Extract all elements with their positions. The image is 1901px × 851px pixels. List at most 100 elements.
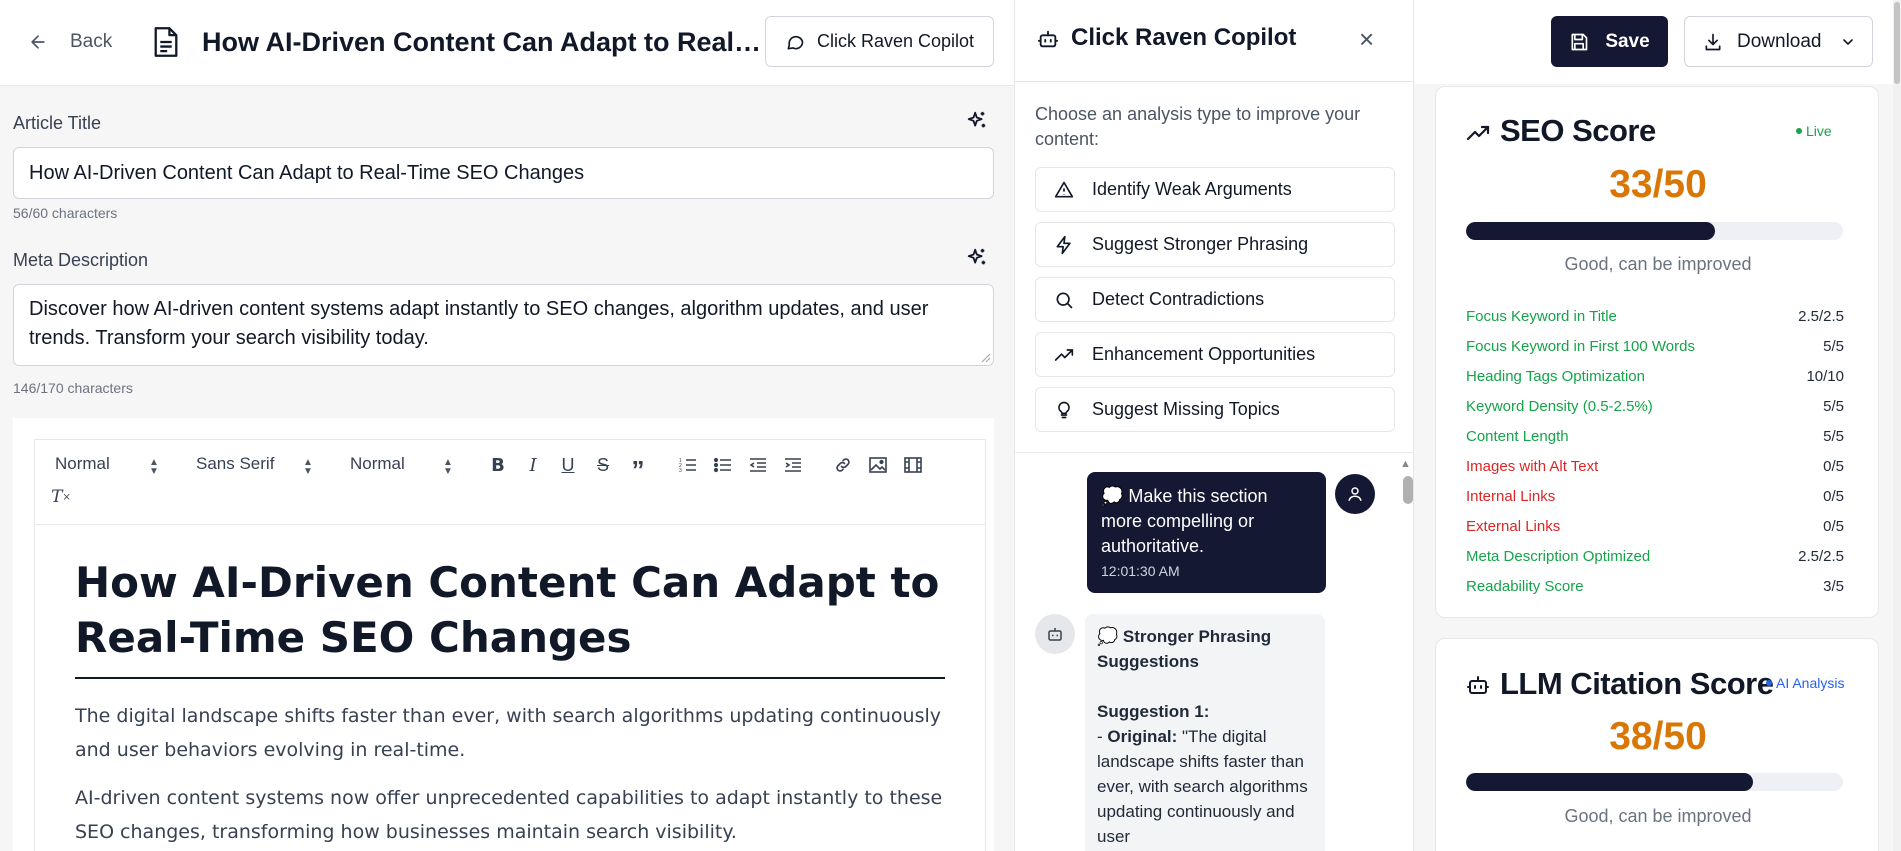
bot-original-label: Original:	[1107, 727, 1178, 746]
user-avatar-icon	[1335, 474, 1375, 514]
copilot-title: Click Raven Copilot	[1071, 24, 1297, 51]
seo-progress-bar	[1466, 222, 1843, 240]
italic-icon[interactable]: I	[521, 454, 545, 476]
chat-scrollbar-thumb[interactable]	[1403, 476, 1413, 504]
bot-suggestion-label: Suggestion 1:	[1097, 702, 1210, 721]
outdent-icon[interactable]	[746, 454, 770, 476]
trending-up-icon	[1036, 345, 1092, 365]
seo-metric-row: External Links 0/5	[1466, 511, 1844, 541]
user-message-text: 💭 Make this section more compelling or a…	[1101, 486, 1268, 556]
app: Back How AI-Driven Content Can Adapt to …	[0, 0, 1901, 851]
size-select-arrows-icon: ▲ ▼	[443, 457, 453, 477]
seo-metric-value: 2.5/2.5	[1798, 547, 1844, 565]
right-scrollbar[interactable]	[1893, 0, 1901, 851]
option-suggest-missing-topics[interactable]: Suggest Missing Topics	[1035, 387, 1395, 432]
size-select[interactable]: Normal	[350, 454, 405, 474]
option-detect-contradictions[interactable]: Detect Contradictions	[1035, 277, 1395, 322]
resize-handle-icon[interactable]	[981, 353, 991, 363]
seo-metric-label: Meta Description Optimized	[1466, 547, 1651, 565]
warning-triangle-icon	[1036, 180, 1092, 200]
actions-bar: Save Download	[1414, 0, 1901, 84]
save-button[interactable]: Save	[1551, 16, 1668, 67]
seo-metric-row: Meta Description Optimized 2.5/2.5	[1466, 541, 1844, 571]
rich-text-editor: Normal ▲ ▼ Sans Serif ▲ ▼ Normal ▲ ▼ B I U …	[13, 418, 994, 851]
strikethrough-icon[interactable]: S	[591, 454, 615, 476]
font-select-arrows-icon: ▲ ▼	[303, 457, 313, 477]
image-icon[interactable]	[866, 454, 890, 476]
seo-metric-value: 2.5/2.5	[1798, 307, 1844, 325]
ai-generate-meta-icon[interactable]	[966, 247, 988, 274]
font-select-value: Sans Serif	[196, 454, 275, 473]
article-title-input[interactable]: How AI-Driven Content Can Adapt to Real-…	[13, 147, 994, 199]
ordered-list-icon[interactable]: 123	[676, 454, 700, 476]
right-scrollbar-thumb[interactable]	[1894, 2, 1900, 84]
option-suggest-stronger-phrasing[interactable]: Suggest Stronger Phrasing	[1035, 222, 1395, 267]
heading-select[interactable]: Normal	[55, 454, 110, 474]
title-char-count: 56/60 characters	[13, 205, 118, 221]
svg-text:3: 3	[679, 468, 682, 473]
option-identify-weak-arguments[interactable]: Identify Weak Arguments	[1035, 167, 1395, 212]
seo-metric-row: Readability Score 3/5	[1466, 571, 1844, 601]
seo-metric-label: Focus Keyword in Title	[1466, 307, 1617, 325]
scroll-up-arrow-icon[interactable]: ▲	[1400, 458, 1411, 470]
editor-toolbar: Normal ▲ ▼ Sans Serif ▲ ▼ Normal ▲ ▼ B I U …	[34, 439, 986, 525]
bullet-list-icon[interactable]	[711, 454, 735, 476]
option-label: Suggest Stronger Phrasing	[1092, 234, 1309, 254]
llm-citation-card: LLM Citation Score AI Analysis 38/50 Goo…	[1435, 638, 1879, 851]
meta-char-count: 146/170 characters	[13, 380, 133, 396]
seo-metric-value: 0/5	[1823, 457, 1844, 475]
article-heading: How AI-Driven Content Can Adapt to Real-…	[75, 555, 945, 679]
seo-metric-label: Readability Score	[1466, 577, 1584, 595]
user-message: 💭 Make this section more compelling or a…	[1087, 472, 1326, 593]
indent-icon[interactable]	[781, 454, 805, 476]
seo-metric-label: Keyword Density (0.5-2.5%)	[1466, 397, 1653, 415]
seo-metric-value: 0/5	[1823, 487, 1844, 505]
copilot-panel: Click Raven Copilot × Choose an analysis…	[1014, 0, 1415, 851]
underline-icon[interactable]: U	[556, 454, 580, 476]
option-enhancement-opportunities[interactable]: Enhancement Opportunities	[1035, 332, 1395, 377]
seo-metric-row: Heading Tags Optimization 10/10	[1466, 361, 1844, 391]
llm-progress-bar	[1466, 773, 1843, 791]
article-title-label: Article Title	[13, 113, 102, 133]
back-label: Back	[70, 31, 113, 52]
ai-analysis-label: AI Analysis	[1776, 675, 1845, 691]
back-button[interactable]: Back	[28, 28, 112, 56]
score-column: Save Download SEO Score Live 33/50 Good,…	[1414, 0, 1901, 851]
chevron-down-icon	[1842, 38, 1853, 45]
user-message-time: 12:01:30 AM	[1101, 563, 1180, 579]
seo-score-value: 33/50	[1609, 163, 1707, 206]
seo-metric-value: 5/5	[1823, 427, 1844, 445]
size-select-value: Normal	[350, 454, 405, 473]
seo-metric-value: 10/10	[1806, 367, 1844, 385]
editor-content[interactable]: How AI-Driven Content Can Adapt to Real-…	[34, 525, 986, 851]
seo-metric-row: Internal Links 0/5	[1466, 481, 1844, 511]
bold-icon[interactable]: B	[486, 454, 510, 476]
font-select[interactable]: Sans Serif	[196, 454, 274, 474]
meta-description-label: Meta Description	[13, 250, 149, 270]
seo-metric-label: Focus Keyword in First 100 Words	[1466, 337, 1695, 355]
clear-format-icon[interactable]: T ×	[49, 486, 73, 508]
seo-metrics-list: Focus Keyword in Title 2.5/2.5 Focus Keywo…	[1466, 301, 1844, 601]
download-button[interactable]: Download	[1684, 16, 1873, 67]
ai-generate-title-icon[interactable]	[966, 110, 988, 137]
copilot-button-label: Click Raven Copilot	[816, 31, 975, 51]
seo-metric-label: External Links	[1466, 517, 1561, 535]
seo-score-sublabel: Good, can be improved	[1564, 254, 1752, 274]
llm-score-sublabel: Good, can be improved	[1564, 806, 1752, 826]
save-label: Save	[1605, 30, 1650, 52]
seo-metric-value: 5/5	[1823, 337, 1844, 355]
heading-select-value: Normal	[55, 454, 110, 473]
meta-description-textarea[interactable]: Discover how AI-driven content systems a…	[13, 284, 994, 366]
blockquote-icon[interactable]: ”	[626, 454, 650, 483]
close-icon[interactable]: ×	[1359, 26, 1374, 52]
video-icon[interactable]	[901, 454, 925, 476]
meta-description-text: Discover how AI-driven content systems a…	[29, 298, 929, 349]
open-copilot-button[interactable]: Click Raven Copilot	[765, 16, 994, 67]
llm-progress-fill	[1466, 773, 1753, 791]
link-icon[interactable]	[831, 454, 855, 476]
paragraph-2: AI-driven content systems now offer unpr…	[75, 787, 943, 843]
llm-score-value: 38/50	[1609, 715, 1707, 758]
document-icon	[152, 26, 180, 63]
heading-select-arrows-icon: ▲ ▼	[149, 457, 159, 477]
bot-avatar-icon	[1035, 614, 1075, 654]
